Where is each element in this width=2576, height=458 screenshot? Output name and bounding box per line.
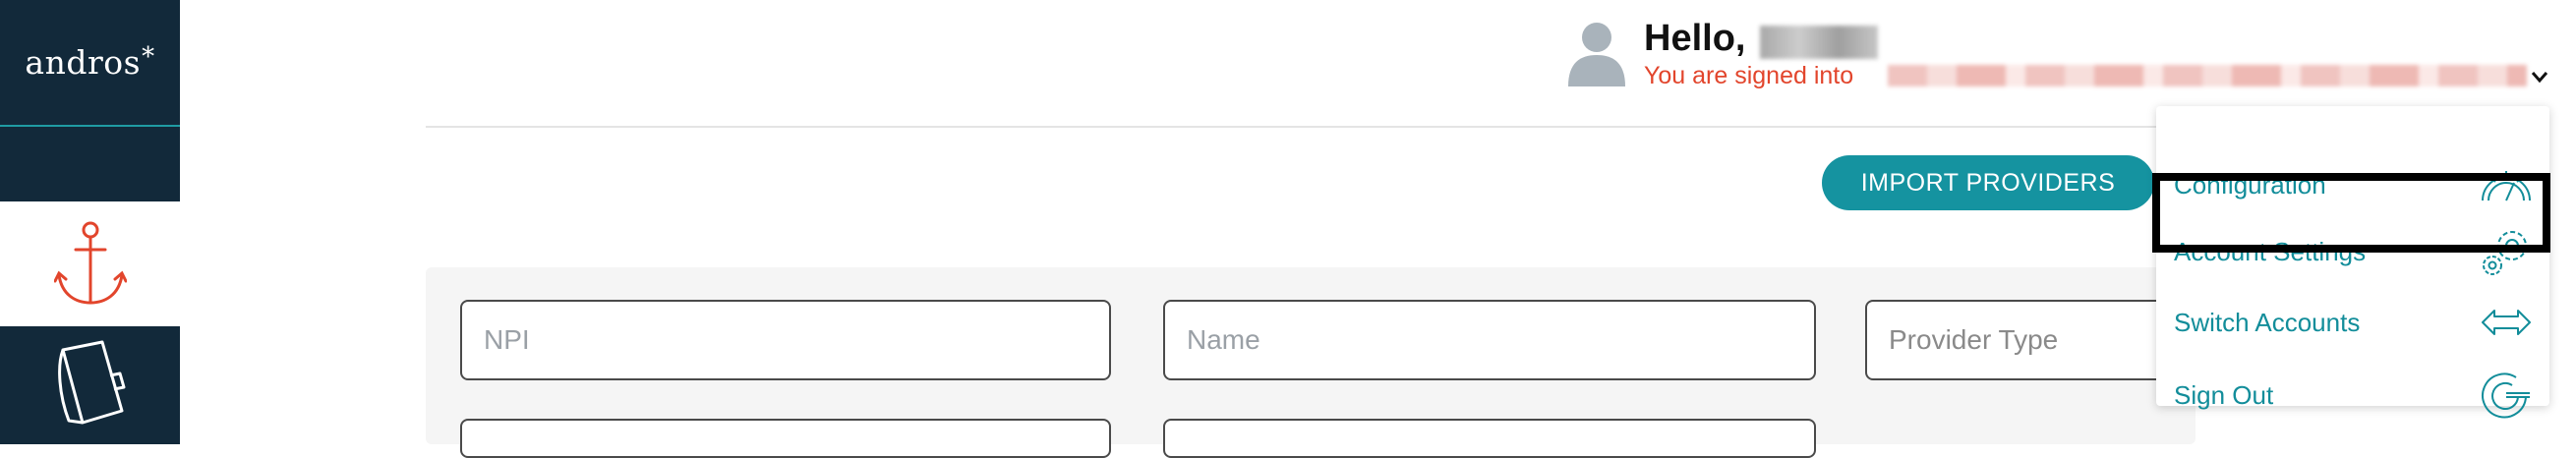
signed-in-text: You are signed into — [1644, 62, 1854, 89]
switch-arrows-icon — [2482, 310, 2531, 335]
npi-placeholder: NPI — [484, 324, 530, 355]
selection-highlight-box — [2152, 173, 2550, 253]
name-input[interactable]: Name — [1163, 300, 1816, 380]
user-avatar-icon — [1568, 23, 1625, 86]
menu-item-sign-out[interactable]: Sign Out — [2156, 361, 2549, 429]
logo-text: andros — [25, 43, 142, 82]
import-providers-button[interactable]: IMPORT PROVIDERS — [1822, 155, 2154, 210]
app-logo[interactable]: andros * — [0, 0, 180, 125]
user-name-redacted — [1760, 26, 1878, 59]
npi-input[interactable]: NPI — [460, 300, 1111, 380]
logo-divider — [0, 125, 180, 127]
provider-type-placeholder: Provider Type — [1889, 324, 2059, 355]
filter-input-row2-right[interactable] — [1163, 419, 1816, 458]
menu-item-label: Switch Accounts — [2174, 307, 2361, 337]
chevron-down-icon[interactable] — [2530, 67, 2549, 86]
logo-mark: * — [142, 41, 155, 72]
name-placeholder: Name — [1187, 324, 1260, 355]
notebook-icon — [57, 340, 125, 425]
sign-out-icon — [2482, 372, 2530, 419]
anchor-icon — [53, 221, 127, 305]
sidebar-item-notebook[interactable] — [0, 326, 180, 444]
menu-item-label: Sign Out — [2174, 379, 2274, 410]
sidebar-item-providers[interactable] — [0, 201, 180, 326]
filter-input-row2-left[interactable] — [460, 419, 1111, 458]
sidebar: andros * — [0, 0, 180, 444]
account-name-redacted — [1888, 65, 2527, 86]
user-dropdown-menu: Configuration Account Settings Switch Ac… — [2156, 106, 2549, 419]
greeting: Hello, — [1644, 18, 1746, 59]
menu-item-switch-accounts[interactable]: Switch Accounts — [2156, 288, 2549, 357]
